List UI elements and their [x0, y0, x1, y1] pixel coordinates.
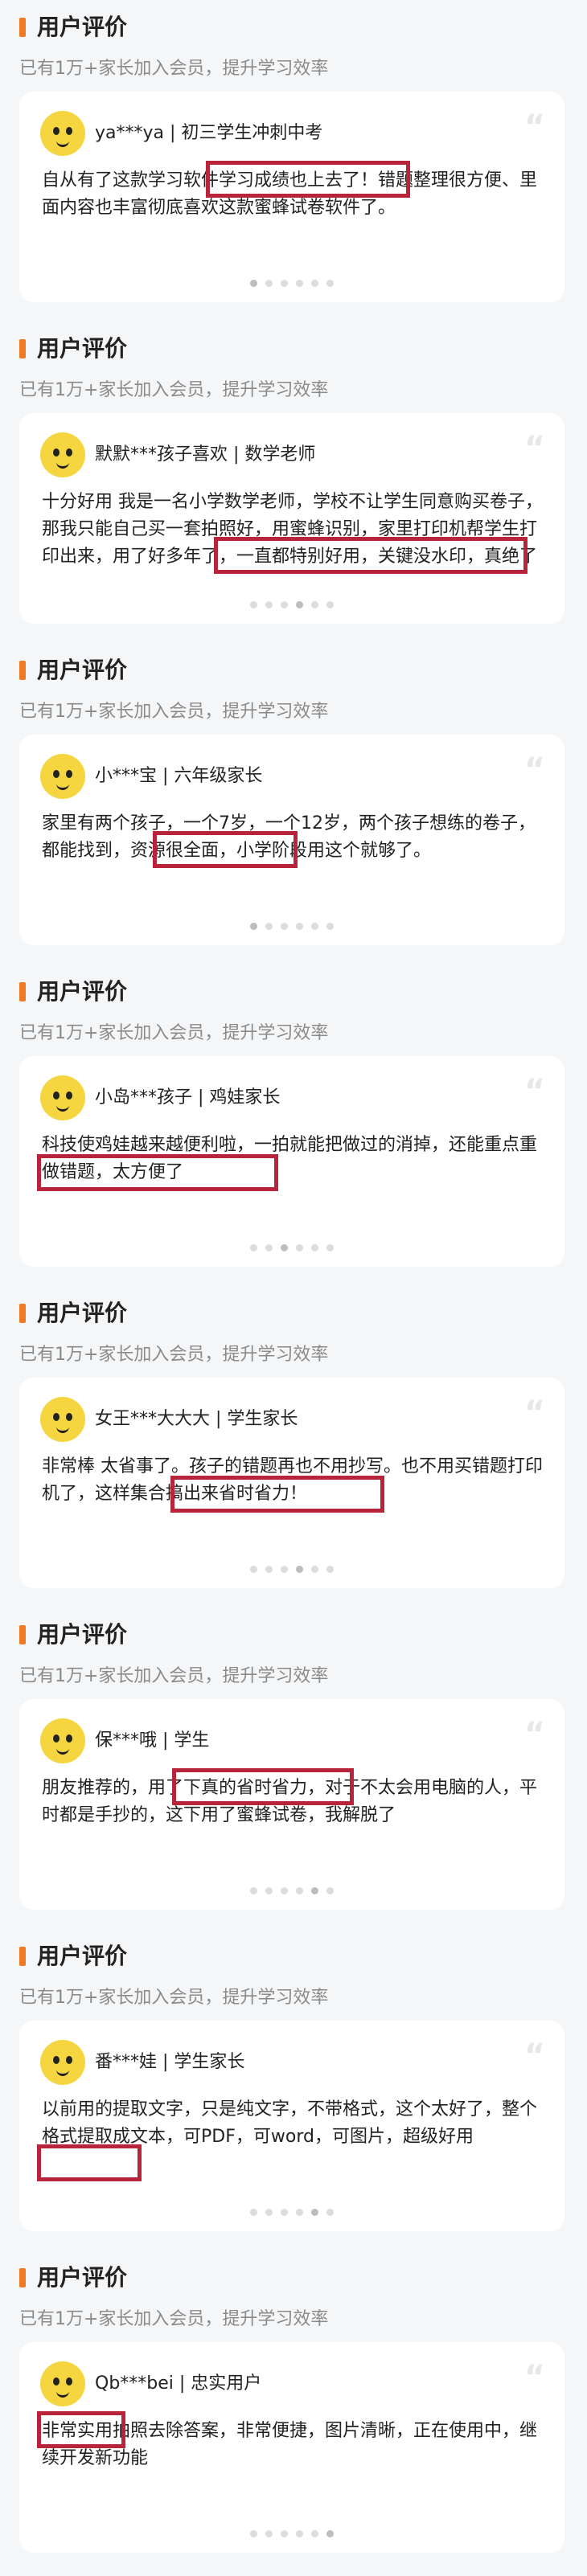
reviewer-name: 小***宝 | 六年级家长	[95, 766, 263, 786]
avatar	[40, 1718, 85, 1763]
section-subtitle: 已有1万+家长加入会员，提升学习效率	[19, 59, 329, 79]
avatar	[40, 754, 85, 799]
review-section: 用户评价 已有1万+家长加入会员，提升学习效率 保***哦 | 学生 “ 朋友推…	[0, 1607, 587, 1929]
section-subtitle: 已有1万+家长加入会员，提升学习效率	[19, 380, 329, 400]
accent-bar	[19, 982, 26, 1001]
section-subtitle: 已有1万+家长加入会员，提升学习效率	[19, 1023, 329, 1043]
quote-icon: “	[523, 1073, 545, 1110]
accent-bar	[19, 2268, 26, 2287]
carousel-dots[interactable]	[19, 1239, 564, 1255]
review-card[interactable]: 保***哦 | 学生 “ 朋友推荐的，用了下真的省时省力，对于不太会用电脑的人，…	[19, 1699, 564, 1910]
review-section: 用户评价 已有1万+家长加入会员，提升学习效率 默默***孩子喜欢 | 数学老师…	[0, 321, 587, 643]
section-title: 用户评价	[37, 335, 128, 362]
review-section: 用户评价 已有1万+家长加入会员，提升学习效率 女王***大大大 | 学生家长 …	[0, 1286, 587, 1607]
reviewer-name: 女王***大大大 | 学生家长	[95, 1409, 298, 1429]
section-subtitle: 已有1万+家长加入会员，提升学习效率	[19, 1666, 329, 1686]
review-card[interactable]: 小岛***孩子 | 鸡娃家长 “ 科技使鸡娃越来越便利啦，一拍就能把做过的消掉，…	[19, 1056, 564, 1267]
section-subtitle: 已有1万+家长加入会员，提升学习效率	[19, 1988, 329, 2008]
accent-bar	[19, 1625, 26, 1644]
section-title: 用户评价	[37, 978, 128, 1005]
review-section: 用户评价 已有1万+家长加入会员，提升学习效率 ya***ya | 初三学生冲刺…	[0, 0, 587, 321]
section-title: 用户评价	[37, 1943, 128, 1969]
review-section: 用户评价 已有1万+家长加入会员，提升学习效率 番***娃 | 学生家长 “ 以…	[0, 1929, 587, 2250]
highlight-box	[37, 1154, 278, 1191]
carousel-dots[interactable]	[19, 918, 564, 933]
carousel-dots[interactable]	[19, 2525, 564, 2541]
reviewer-name: 小岛***孩子 | 鸡娃家长	[95, 1087, 281, 1108]
avatar	[40, 2361, 85, 2406]
highlight-box	[153, 831, 298, 868]
accent-bar	[19, 661, 26, 680]
avatar	[40, 2040, 85, 2085]
reviewer-name: ya***ya | 初三学生冲刺中考	[95, 123, 323, 143]
review-card[interactable]: 番***娃 | 学生家长 “ 以前用的提取文字，只是纯文字，不带格式，这个太好了…	[19, 2021, 564, 2231]
avatar	[40, 1397, 85, 1442]
avatar	[40, 432, 85, 477]
quote-icon: “	[523, 2037, 545, 2074]
highlight-box	[172, 1768, 354, 1805]
quote-icon: “	[523, 1716, 545, 1753]
section-title: 用户评价	[37, 1300, 128, 1326]
reviewer-name: 默默***孩子喜欢 | 数学老师	[95, 444, 316, 465]
carousel-dots[interactable]	[19, 1561, 564, 1576]
section-subtitle: 已有1万+家长加入会员，提升学习效率	[19, 2309, 329, 2329]
highlight-box	[206, 161, 410, 198]
section-title: 用户评价	[37, 1621, 128, 1648]
accent-bar	[19, 18, 26, 37]
section-title: 用户评价	[37, 657, 128, 683]
reviewer-name: Qb***bei | 忠实用户	[95, 2373, 262, 2394]
review-section: 用户评价 已有1万+家长加入会员，提升学习效率 小***宝 | 六年级家长 “ …	[0, 643, 587, 964]
highlight-box	[170, 1476, 384, 1513]
carousel-dots[interactable]	[19, 275, 564, 290]
review-card[interactable]: 女王***大大大 | 学生家长 “ 非常棒 太省事了。孩子的错题再也不用抄写。也…	[19, 1378, 564, 1588]
review-card[interactable]: Qb***bei | 忠实用户 “ 非常实用拍照去除答案，非常便捷，图片清晰，正…	[19, 2342, 564, 2553]
accent-bar	[19, 1947, 26, 1966]
review-section: 用户评价 已有1万+家长加入会员，提升学习效率 小岛***孩子 | 鸡娃家长 “…	[0, 964, 587, 1286]
highlight-box	[37, 2144, 142, 2181]
quote-icon: “	[523, 2359, 545, 2396]
carousel-dots[interactable]	[19, 596, 564, 612]
review-card[interactable]: 小***宝 | 六年级家长 “ 家里有两个孩子，一个7岁，一个12岁，两个孩子想…	[19, 735, 564, 945]
reviewer-name: 保***哦 | 学生	[95, 1730, 210, 1751]
carousel-dots[interactable]	[19, 2204, 564, 2219]
highlight-box	[37, 2411, 125, 2448]
reviewer-name: 番***娃 | 学生家长	[95, 2052, 245, 2072]
review-section: 用户评价 已有1万+家长加入会员，提升学习效率 Qb***bei | 忠实用户 …	[0, 2250, 587, 2572]
quote-icon: “	[523, 1394, 545, 1431]
review-card[interactable]: 默默***孩子喜欢 | 数学老师 “ 十分好用 我是一名小学数学老师，学校不让学…	[19, 413, 564, 624]
avatar	[40, 111, 85, 156]
section-subtitle: 已有1万+家长加入会员，提升学习效率	[19, 702, 329, 722]
section-subtitle: 已有1万+家长加入会员，提升学习效率	[19, 1345, 329, 1365]
quote-icon: “	[523, 109, 545, 145]
quote-icon: “	[523, 430, 545, 467]
carousel-dots[interactable]	[19, 1882, 564, 1898]
section-title: 用户评价	[37, 2264, 128, 2291]
accent-bar	[19, 1304, 26, 1323]
accent-bar	[19, 339, 26, 358]
review-text: 以前用的提取文字，只是纯文字，不带格式，这个太好了，整个格式提取成文本，可PDF…	[42, 2099, 538, 2147]
quote-icon: “	[523, 752, 545, 788]
section-title: 用户评价	[37, 14, 128, 40]
review-card[interactable]: ya***ya | 初三学生冲刺中考 “ 自从有了这款学习软件学习成绩也上去了！…	[19, 92, 564, 302]
avatar	[40, 1075, 85, 1120]
reviews-page: 用户评价 已有1万+家长加入会员，提升学习效率 ya***ya | 初三学生冲刺…	[0, 0, 587, 2572]
highlight-box	[214, 537, 527, 574]
